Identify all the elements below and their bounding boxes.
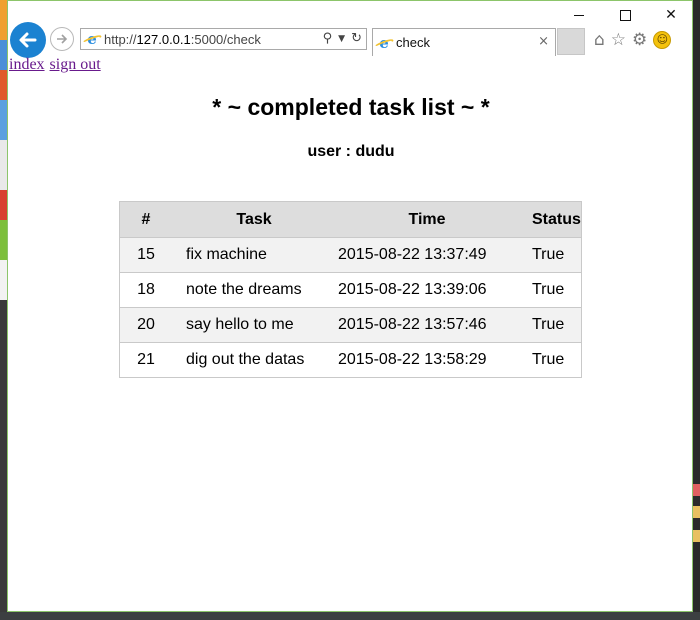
cell-status: True [518,272,582,308]
address-bar[interactable]: e http://127.0.0.1:5000/check ⚲ ▼ ↻ [80,28,367,50]
table-row: 15 fix machine 2015-08-22 13:37:49 True [119,237,582,273]
address-tools: ⚲ ▼ ↻ [323,31,362,46]
table-header-row: # Task Time Status [119,201,582,238]
cell-status: True [518,342,582,378]
cell-time: 2015-08-22 13:37:49 [336,237,518,273]
toolbar-icons: ⌂ ☆ ⚙ ☺ [594,30,672,50]
search-icon[interactable]: ⚲ [323,31,333,46]
column-header-time: Time [336,201,518,238]
task-table: # Task Time Status 15 fix machine 2015-0… [119,201,582,378]
page-title: * ~ completed task list ~ * [212,94,490,120]
minimize-icon [574,14,584,16]
editor-marker [692,506,700,518]
ie-logo-icon: e [84,31,100,47]
cell-number: 15 [119,237,172,273]
forward-button[interactable] [50,27,74,51]
tab-title: check [396,35,430,50]
sign-out-link[interactable]: sign out [50,56,101,73]
cell-number: 21 [119,342,172,378]
user-label: user : dudu [307,143,395,160]
navigation-bar: e http://127.0.0.1:5000/check ⚲ ▼ ↻ e ch… [8,22,692,58]
editor-marker [692,530,700,542]
cell-time: 2015-08-22 13:58:29 [336,342,518,378]
cell-number: 20 [119,307,172,343]
tab-close-icon[interactable]: × [538,34,549,49]
back-arrow-icon [19,32,37,48]
desktop-background-right [692,0,700,620]
cell-status: True [518,237,582,273]
cell-status: True [518,307,582,343]
index-link[interactable]: index [9,56,45,73]
maximize-icon [619,9,631,21]
new-tab-button[interactable] [557,28,585,55]
tab-check[interactable]: e check × [372,28,556,56]
nav-links: index sign out [9,56,102,74]
browser-window: ✕ e http://127.0.0.1:5000/check ⚲ ▼ ↻ e … [7,0,693,612]
page-content: index sign out * ~ completed task list ~… [8,56,692,611]
refresh-icon[interactable]: ↻ [351,31,362,46]
table-row: 20 say hello to me 2015-08-22 13:57:46 T… [119,307,582,343]
close-icon: ✕ [665,7,677,23]
home-icon[interactable]: ⌂ [594,30,605,50]
column-header-number: # [119,201,172,238]
column-header-status: Status [518,201,582,238]
cell-task: note the dreams [172,272,336,308]
cell-task: say hello to me [172,307,336,343]
gear-icon[interactable]: ⚙ [632,30,647,50]
cell-number: 18 [119,272,172,308]
cell-time: 2015-08-22 13:57:46 [336,307,518,343]
table-row: 18 note the dreams 2015-08-22 13:39:06 T… [119,272,582,308]
back-button[interactable] [10,22,46,58]
tab-ie-icon: e [376,35,392,51]
cell-task: dig out the datas [172,342,336,378]
forward-arrow-icon [57,34,68,44]
desktop-background-bottom [0,612,700,620]
editor-marker [692,484,700,496]
smiley-icon[interactable]: ☺ [653,31,672,49]
cell-time: 2015-08-22 13:39:06 [336,272,518,308]
address-url[interactable]: http://127.0.0.1:5000/check [104,32,261,47]
dropdown-arrow-icon[interactable]: ▼ [338,34,345,44]
column-header-task: Task [172,201,336,238]
table-row: 21 dig out the datas 2015-08-22 13:58:29… [119,342,582,378]
star-icon[interactable]: ☆ [611,30,626,50]
cell-task: fix machine [172,237,336,273]
